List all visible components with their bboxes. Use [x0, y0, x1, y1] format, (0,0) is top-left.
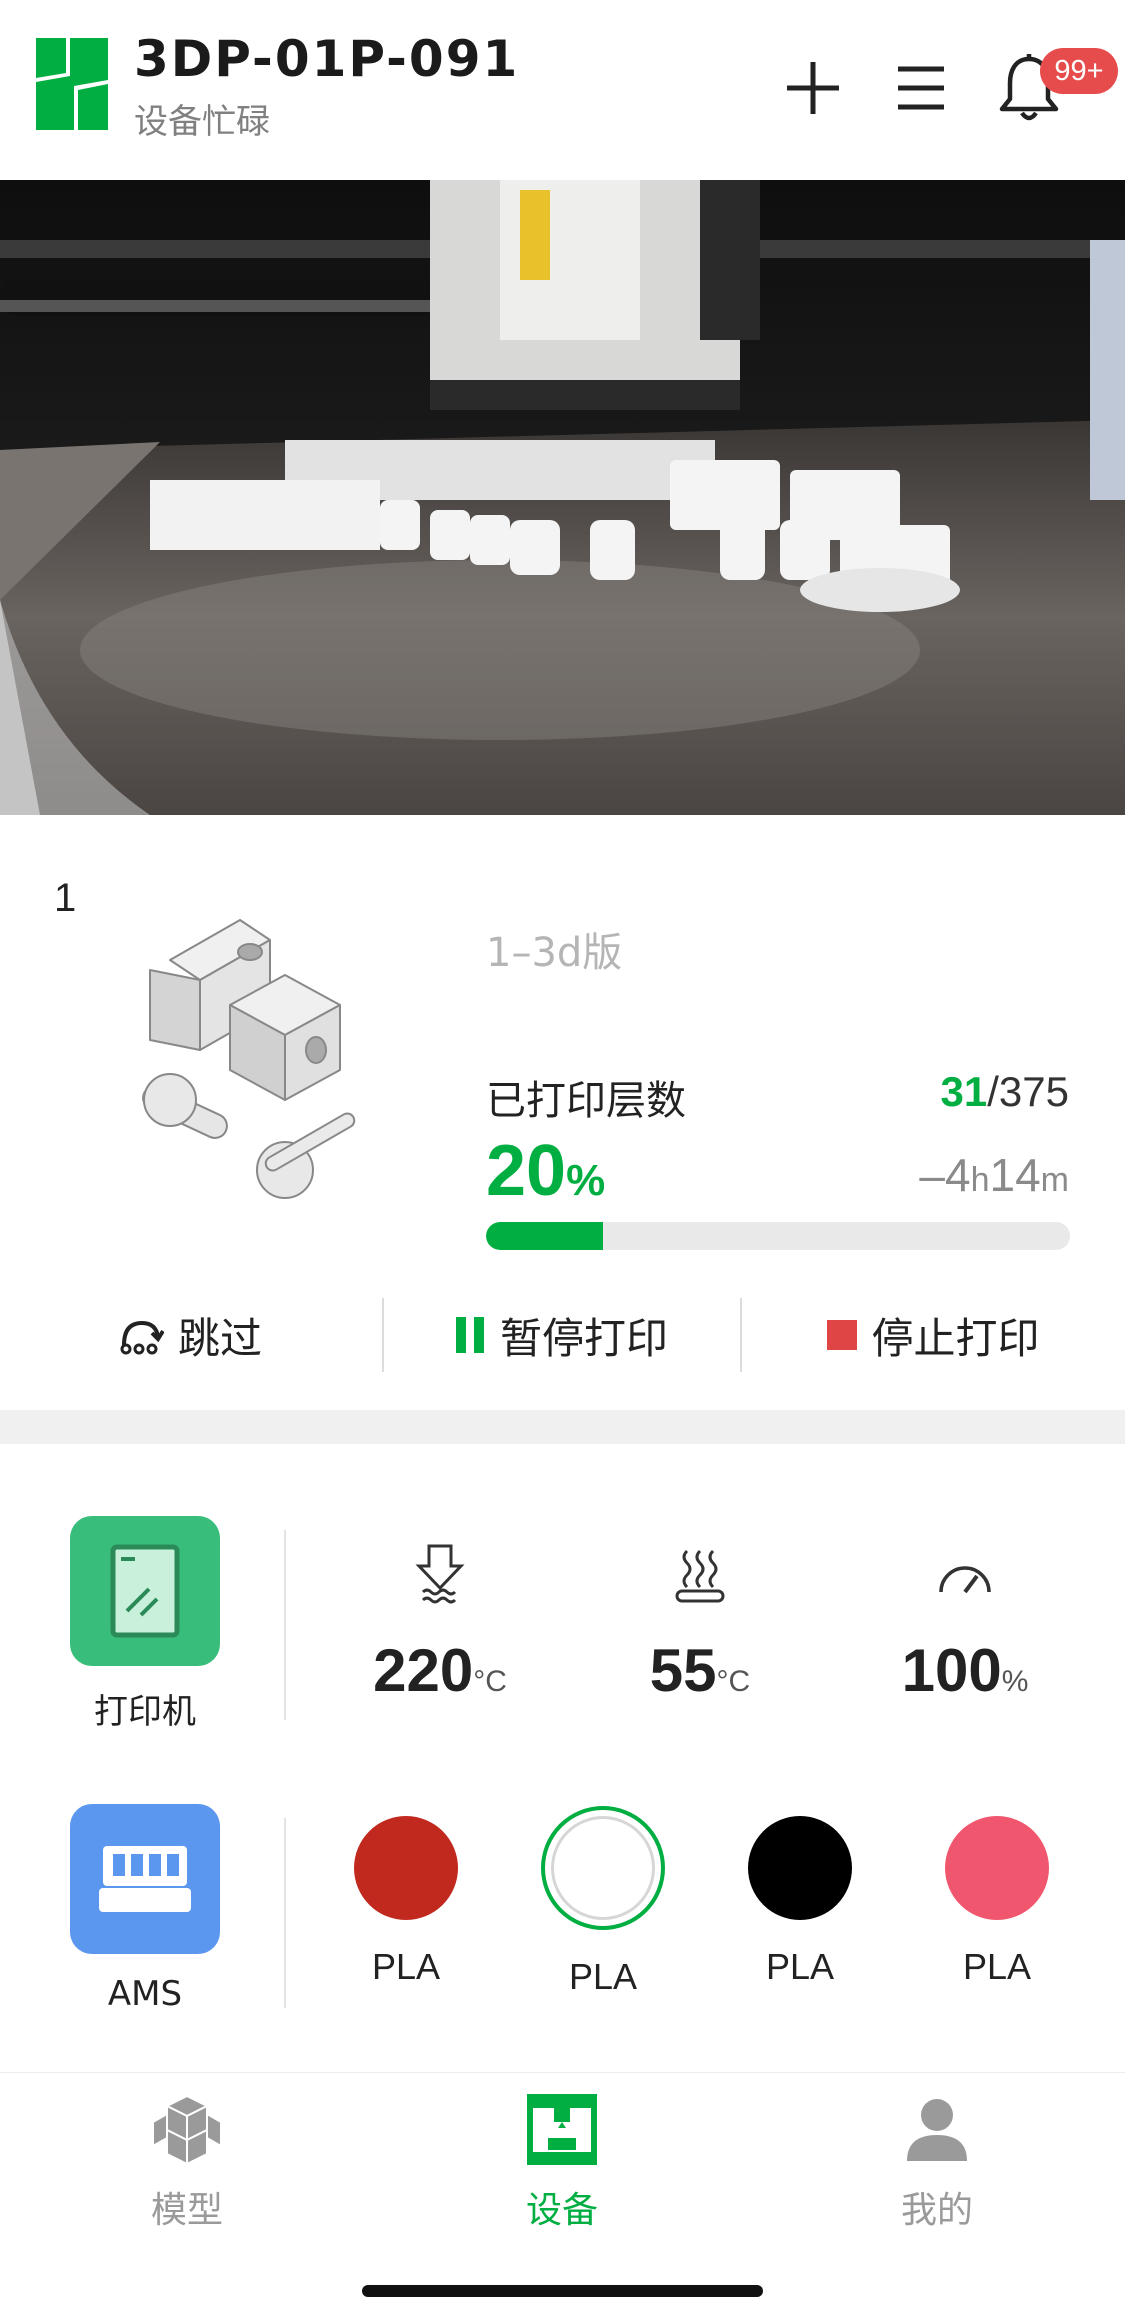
- job-index: 1: [54, 876, 77, 920]
- filament-type: PLA: [962, 1946, 1032, 1987]
- models-icon: [87, 2093, 287, 2167]
- stop-button[interactable]: 停止打印: [742, 1290, 1125, 1380]
- pause-button[interactable]: 暂停打印: [384, 1290, 740, 1380]
- ams-slot-4[interactable]: PLA: [922, 1816, 1072, 1988]
- remaining-minutes: 14: [989, 1149, 1041, 1201]
- top-bar: [0, 0, 1125, 180]
- bed-temp[interactable]: 55°C: [590, 1540, 810, 1705]
- layers-current: 31: [940, 1068, 988, 1115]
- divider: [284, 1530, 286, 1720]
- filament-type: PLA: [568, 1956, 638, 1997]
- skip-button[interactable]: 跳过: [0, 1290, 380, 1380]
- printer-icon: [110, 1544, 180, 1638]
- percent-value: 20: [486, 1131, 567, 1211]
- skip-icon: [118, 1315, 164, 1355]
- ams-label: AMS: [107, 1974, 183, 2014]
- printer-label: 打印机: [94, 1692, 196, 1732]
- plus-icon: [787, 62, 839, 114]
- add-button[interactable]: [778, 50, 848, 126]
- user-icon: [837, 2093, 1037, 2167]
- remaining-time: –4h14m: [919, 1148, 1069, 1202]
- nav-label-devices: 设备: [525, 2190, 598, 2231]
- logo-icon: [36, 38, 108, 130]
- filament-color-swatch: [748, 1816, 852, 1920]
- nozzle-temp-value: 220: [373, 1637, 474, 1704]
- nozzle-icon: [330, 1540, 550, 1610]
- print-speed[interactable]: 100%: [855, 1540, 1075, 1705]
- model-thumbnail: [142, 919, 356, 1199]
- nav-tab-me[interactable]: 我的: [837, 2093, 1037, 2233]
- menu-button[interactable]: [886, 50, 956, 126]
- minutes-unit: m: [1040, 1161, 1069, 1199]
- device-name: 3DP-01P-091: [134, 30, 520, 88]
- layers-total: /375: [987, 1068, 1069, 1115]
- heatbed-icon: [590, 1540, 810, 1610]
- devices-icon: [462, 2093, 662, 2167]
- layers-label: 已打印层数: [486, 1078, 686, 1124]
- filament-color-swatch: [945, 1816, 1049, 1920]
- divider: [284, 1818, 286, 2008]
- layers-count: 31/375: [941, 1068, 1069, 1116]
- pause-icon: [455, 1317, 486, 1353]
- ams-icon: [99, 1846, 191, 1912]
- nav-label-me: 我的: [900, 2190, 973, 2231]
- menu-icon: [898, 66, 944, 110]
- device-status: 设备忙碌: [134, 102, 270, 142]
- skip-label: 跳过: [177, 1313, 262, 1363]
- camera-feed[interactable]: [0, 180, 1125, 815]
- percent-unit: %: [566, 1156, 606, 1205]
- nav-tab-models[interactable]: 模型: [87, 2093, 287, 2233]
- filament-color-swatch: [541, 1806, 665, 1930]
- nav-label-models: 模型: [150, 2190, 223, 2231]
- speed-value: 100: [901, 1637, 1002, 1704]
- progress-fill: [486, 1222, 603, 1250]
- job-name: 1–3d版: [486, 930, 623, 976]
- ams-slot-3[interactable]: PLA: [725, 1816, 875, 1988]
- nozzle-temp-unit: °C: [473, 1665, 507, 1698]
- bed-temp-value: 55: [649, 1637, 717, 1704]
- filament-type: PLA: [765, 1946, 835, 1987]
- ams-tile[interactable]: [70, 1804, 220, 1954]
- ams-slot-2[interactable]: PLA: [528, 1806, 678, 1998]
- stop-icon: [827, 1320, 858, 1350]
- filament-color-swatch: [354, 1816, 458, 1920]
- ams-slot-1[interactable]: PLA: [331, 1816, 481, 1988]
- filament-type: PLA: [371, 1946, 441, 1987]
- notification-badge: 99+: [1040, 48, 1118, 94]
- nozzle-temp[interactable]: 220°C: [330, 1540, 550, 1705]
- stop-label: 停止打印: [871, 1313, 1040, 1363]
- camera-image: [0, 180, 1125, 815]
- nav-tab-devices[interactable]: 设备: [462, 2093, 662, 2233]
- home-indicator: [362, 2285, 763, 2297]
- progress-percent: 20%: [486, 1130, 605, 1212]
- section-gap: [0, 1410, 1125, 1444]
- hours-unit: h: [970, 1161, 990, 1199]
- remaining-hours: –4: [919, 1149, 971, 1201]
- job-actions: 跳过 暂停打印 停止打印: [0, 1290, 1125, 1380]
- speed-unit: %: [1001, 1665, 1029, 1698]
- speedometer-icon: [855, 1540, 1075, 1610]
- progress-bar: [486, 1222, 1070, 1250]
- printer-tile[interactable]: [70, 1516, 220, 1666]
- bed-temp-unit: °C: [716, 1665, 751, 1698]
- pause-label: 暂停打印: [499, 1313, 668, 1363]
